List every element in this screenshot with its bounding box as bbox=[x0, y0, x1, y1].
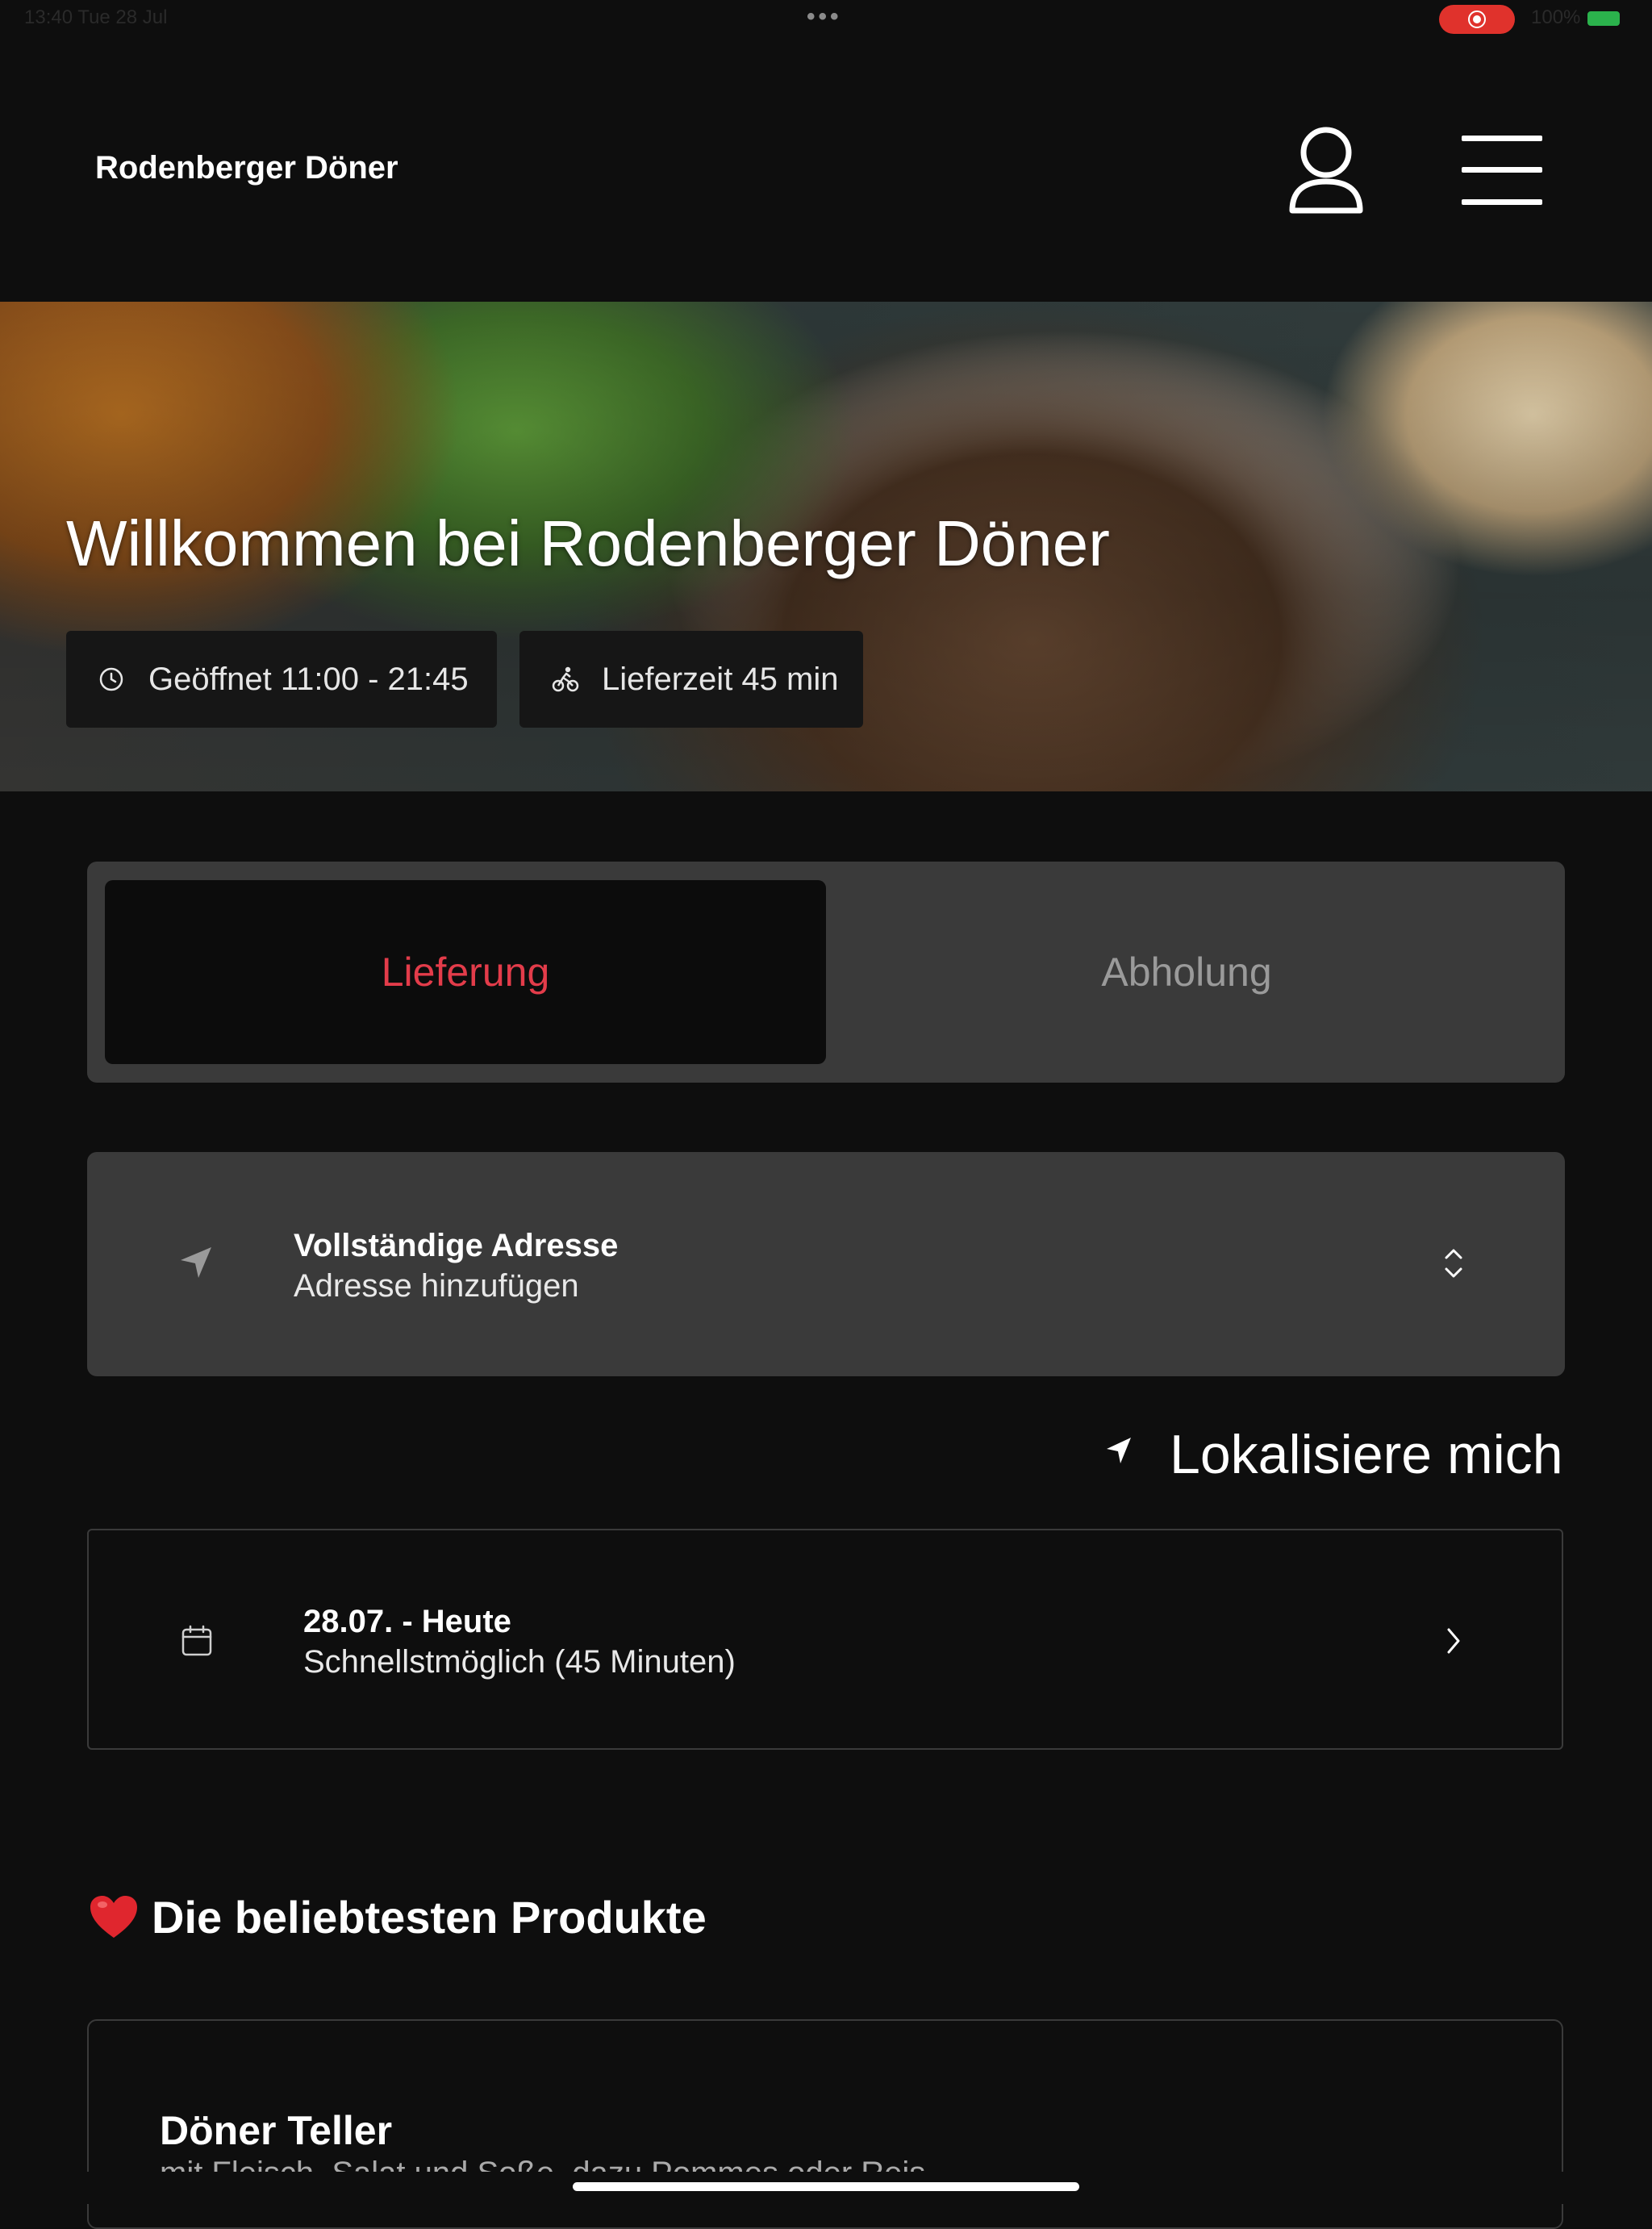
product-name: Döner Teller bbox=[160, 2108, 393, 2153]
location-arrow-icon[interactable] bbox=[1103, 1434, 1136, 1467]
tab-pickup[interactable]: Abholung bbox=[826, 880, 1547, 1064]
address-selector[interactable] bbox=[87, 1152, 1565, 1376]
clock-icon bbox=[99, 667, 123, 691]
battery-percentage: 100% bbox=[1531, 6, 1581, 28]
opening-hours-text: Geöffnet 11:00 - 21:45 bbox=[148, 661, 469, 697]
opening-hours-chip: Geöffnet 11:00 - 21:45 bbox=[66, 631, 497, 728]
heart-icon bbox=[90, 1896, 137, 1938]
profile-icon[interactable] bbox=[1287, 125, 1365, 215]
address-placeholder: Adresse hinzufügen bbox=[294, 1268, 579, 1304]
calendar-icon bbox=[181, 1625, 212, 1656]
delivery-time-chip: Lieferzeit 45 min bbox=[519, 631, 863, 728]
popular-products-heading: Die beliebtesten Produkte bbox=[152, 1892, 707, 1943]
tab-delivery[interactable]: Lieferung bbox=[105, 880, 826, 1064]
tab-delivery-label: Lieferung bbox=[381, 950, 550, 995]
delivery-time-text: Lieferzeit 45 min bbox=[602, 661, 839, 697]
home-indicator[interactable] bbox=[573, 2182, 1079, 2191]
schedule-date: 28.07. - Heute bbox=[303, 1604, 511, 1639]
address-title: Vollständige Adresse bbox=[294, 1228, 619, 1263]
brand-title[interactable]: Rodenberger Döner bbox=[95, 150, 398, 186]
battery-icon bbox=[1587, 11, 1620, 26]
multitasking-dots-icon[interactable]: ••• bbox=[807, 3, 842, 31]
chevron-right-icon bbox=[1447, 1628, 1460, 1654]
locate-me-button[interactable]: Lokalisiere mich bbox=[1170, 1423, 1563, 1486]
hamburger-menu-icon[interactable] bbox=[1462, 136, 1542, 205]
location-arrow-icon bbox=[181, 1247, 211, 1278]
tab-pickup-label: Abholung bbox=[1101, 950, 1272, 995]
chevron-up-down-icon bbox=[1445, 1249, 1462, 1278]
status-time: 13:40 Tue 28 Jul bbox=[24, 6, 168, 28]
schedule-time: Schnellstmöglich (45 Minuten) bbox=[303, 1644, 736, 1680]
hero-title: Willkommen bei Rodenberger Döner bbox=[66, 507, 1110, 579]
bicycle-courier-icon bbox=[552, 666, 579, 692]
screen-recording-indicator[interactable] bbox=[1439, 5, 1515, 34]
